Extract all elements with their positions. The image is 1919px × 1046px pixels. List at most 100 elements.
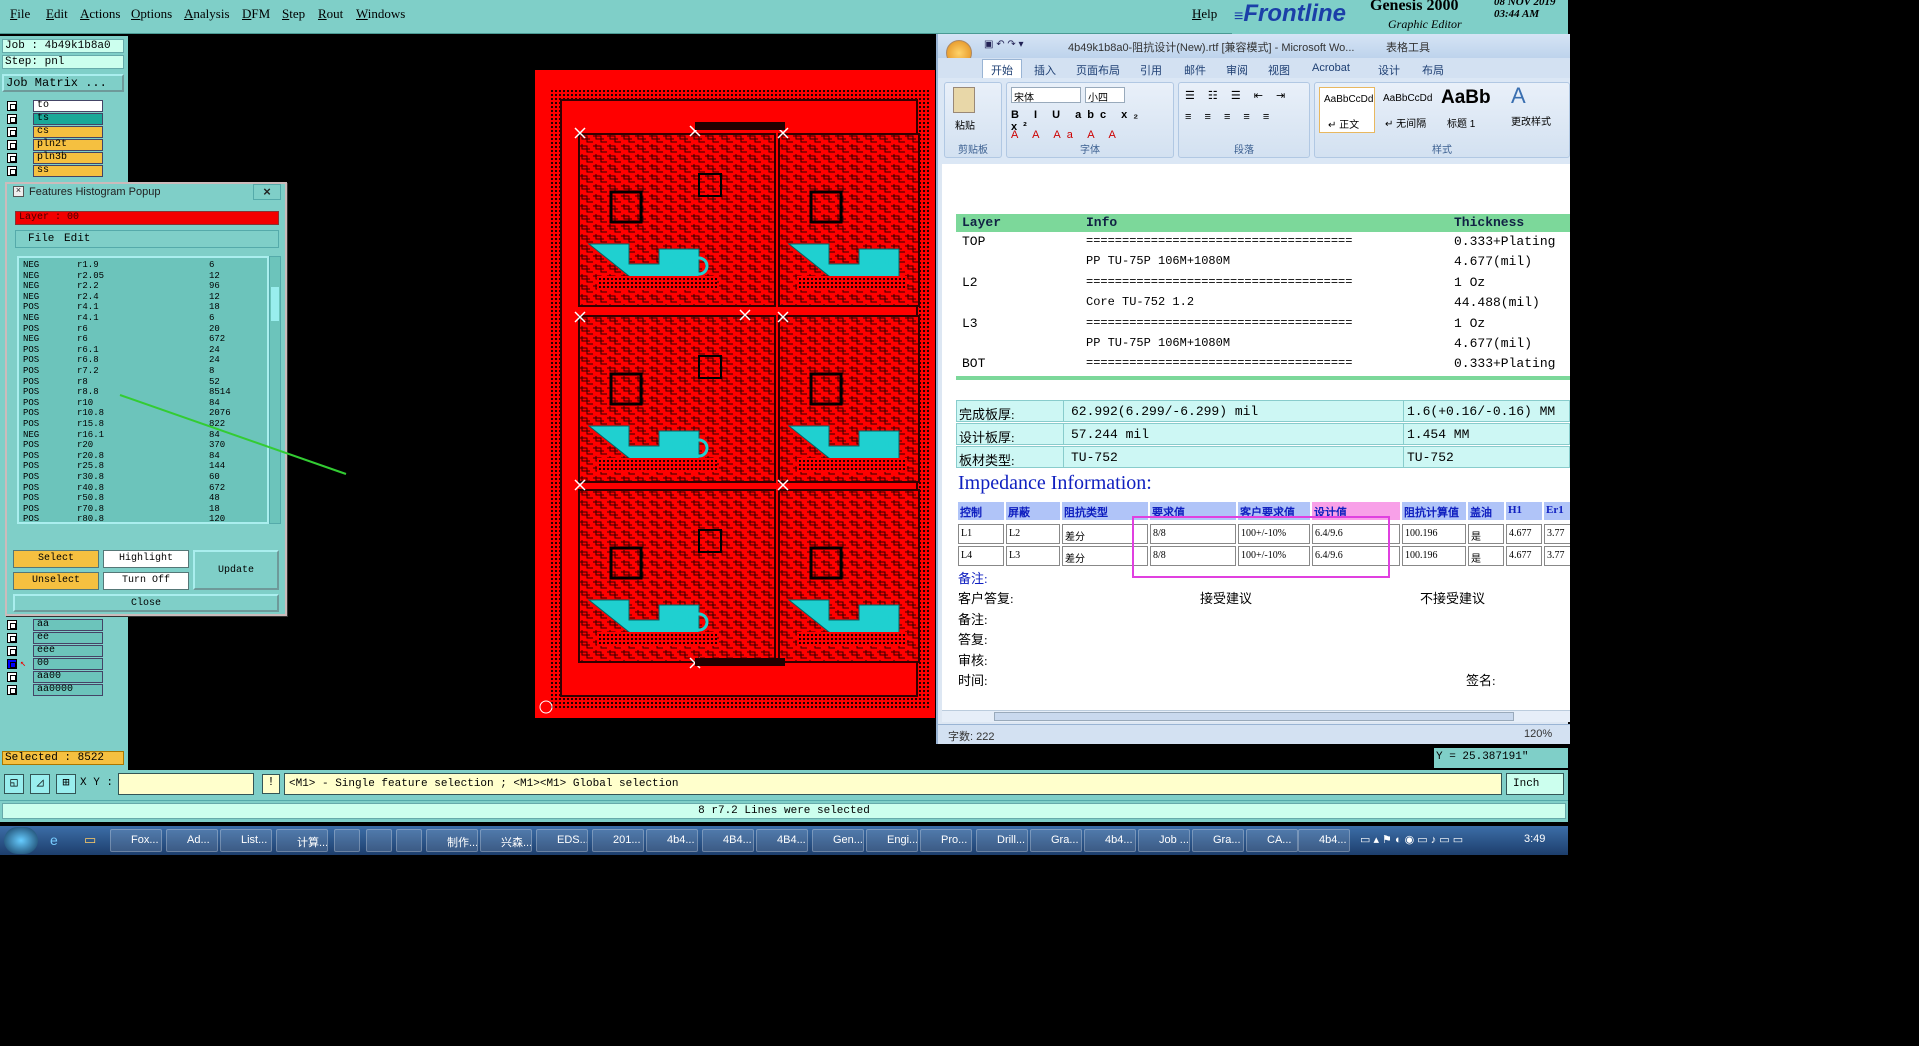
stack-layer: TOP [962,234,986,249]
task-button[interactable]: Pro... [920,829,972,852]
ie-icon[interactable]: e [50,832,58,848]
cell-divider [1403,447,1404,467]
style-heading-1[interactable]: AaBb 标题 1 [1439,87,1497,133]
style-no-spacing[interactable]: AaBbCcDd ↵ 无间隔 [1379,87,1435,133]
task-button[interactable]: Engi... [866,829,918,852]
xy-label: X Y : [80,777,114,789]
paste-label[interactable]: 粘贴 [955,117,975,132]
change-style-icon[interactable]: A [1511,83,1526,109]
info-icon[interactable]: ! [262,774,280,794]
accept-label: 接受建议 [1200,591,1253,606]
imp-header: 控制 [958,502,1004,520]
task-button[interactable] [366,829,392,852]
cell-divider [1403,401,1404,421]
task-button[interactable]: 兴森... [480,829,532,852]
quick-access-icons[interactable]: ▣ ↶ ↷ ▾ [984,39,1024,50]
tab-insert[interactable]: 插入 [1034,62,1056,78]
font-select[interactable]: 宋体 [1011,87,1081,104]
coordinate-readout: Y = 25.387191" [1434,748,1568,768]
unit-select[interactable]: Inch [1506,773,1564,795]
cell-divider [1063,424,1064,444]
task-button[interactable]: 4B4... [702,829,754,852]
thickness-mm: TU-752 [1407,450,1454,465]
change-style-label[interactable]: 更改样式 [1511,113,1551,128]
grid-icon[interactable]: ⊞ [56,774,76,794]
tab-design[interactable]: 设计 [1378,62,1400,78]
tool-icon[interactable]: ◱ [4,774,24,794]
color-icons[interactable]: A A Aa A A [1011,129,1122,141]
note2-label: 备注: [958,612,988,627]
task-button[interactable]: EDS... [536,829,588,852]
task-button[interactable]: CA... [1246,829,1298,852]
task-button[interactable]: 制作... [426,829,478,852]
stack-header-row: Layer Info Thickness [956,214,1570,232]
document-page[interactable]: Layer Info Thickness TOP ================… [942,164,1570,716]
stack-info: ===================================== [1086,356,1353,371]
tool-icon[interactable]: ◿ [30,774,50,794]
start-button[interactable] [4,827,38,854]
stack-info: Core TU-752 1.2 [1086,295,1195,310]
task-button[interactable]: List... [220,829,272,852]
task-button[interactable]: 4B4... [756,829,808,852]
style-normal[interactable]: AaBbCcDd ↵ 正文 [1319,87,1375,133]
font-size-select[interactable]: 小四 [1085,87,1125,104]
task-button[interactable]: Ad... [166,829,218,852]
task-button[interactable]: 4b4... [646,829,698,852]
stack-info: ===================================== [1086,234,1353,248]
answer-label: 答复: [958,632,988,647]
styles-group: AaBbCcDd ↵ 正文 AaBbCcDd ↵ 无间隔 AaBb 标题 1 A 更改… [1314,82,1570,158]
xy-input[interactable] [118,773,254,795]
cell-divider [1063,401,1064,421]
task-button[interactable]: Gra... [1192,829,1244,852]
task-button[interactable]: Gra... [1030,829,1082,852]
stack-thickness: 4.677(mil) [1454,254,1533,270]
folder-icon[interactable]: ▭ [84,832,96,848]
horizontal-scrollbar[interactable] [942,710,1570,722]
task-button[interactable]: 201... [592,829,644,852]
tab-review[interactable]: 审阅 [1226,62,1248,78]
cell-divider [1403,424,1404,444]
task-button[interactable]: 4b4... [1298,829,1350,852]
thickness-label: 设计板厚: [959,430,1015,445]
scroll-thumb[interactable] [994,712,1514,721]
thickness-row: 设计板厚: 57.244 mil 1.454 MM [956,423,1570,445]
paste-icon[interactable] [953,87,975,113]
imp-header: 屏蔽 [1006,502,1060,520]
stack-thickness: 44.488(mil) [1454,295,1540,311]
cell-divider [1063,447,1064,467]
imp-header: H1 [1506,502,1542,520]
tab-page-layout[interactable]: 页面布局 [1076,62,1120,78]
taskbar: e ▭ Fox... Ad... List... 计算... 制作... 兴森... EDS… [0,826,1568,855]
task-button[interactable]: Gen... [812,829,864,852]
imp-cell: 是 [1468,524,1504,544]
group-caption: 字体 [1080,145,1100,156]
tab-references[interactable]: 引用 [1140,62,1162,78]
task-button[interactable] [396,829,422,852]
list-icons[interactable]: ☰ ☷ ☰ ⇤ ⇥ [1185,89,1290,102]
tab-acrobat[interactable]: Acrobat [1312,62,1350,74]
align-icons[interactable]: ≡ ≡ ≡ ≡ ≡ [1185,111,1274,123]
task-button[interactable]: Drill... [976,829,1028,852]
tab-mailings[interactable]: 邮件 [1184,62,1206,78]
stack-info: ===================================== [1086,315,1353,330]
task-button[interactable]: Fox... [110,829,162,852]
word-count: 字数: 222 [948,731,995,743]
task-button[interactable]: 计算... [276,829,328,852]
group-caption: 段落 [1234,145,1254,156]
imp-header: Er1 [1544,502,1570,520]
paragraph-group: ☰ ☷ ☰ ⇤ ⇥ ≡ ≡ ≡ ≡ ≡ 段落 [1178,82,1310,158]
tab-view[interactable]: 视图 [1268,62,1290,78]
task-button[interactable]: Job ... [1138,829,1190,852]
stack-info: PP TU-75P 106M+1080M [1086,254,1231,269]
clipboard-group: 粘贴 剪贴板 [944,82,1002,158]
thickness-label: 完成板厚: [959,407,1015,422]
hint-line: <M1> - Single feature selection ; <M1><M… [284,773,1502,795]
zoom-level[interactable]: 120% [1524,728,1552,740]
tab-layout[interactable]: 布局 [1422,62,1444,78]
word-titlebar: ▣ ↶ ↷ ▾ 4b49k1b8a0-阻抗设计(New).rtf [兼容模式] … [938,34,1570,66]
status-bar: 8 r7.2 Lines were selected [0,800,1568,822]
tray-icons[interactable]: ▭ ▴ ⚑ ◐ ◉ ▭ ♪ ▭ ▭ [1360,833,1463,846]
task-button[interactable]: 4b4... [1084,829,1136,852]
imp-cell: L3 [1006,546,1060,566]
task-button[interactable] [334,829,360,852]
